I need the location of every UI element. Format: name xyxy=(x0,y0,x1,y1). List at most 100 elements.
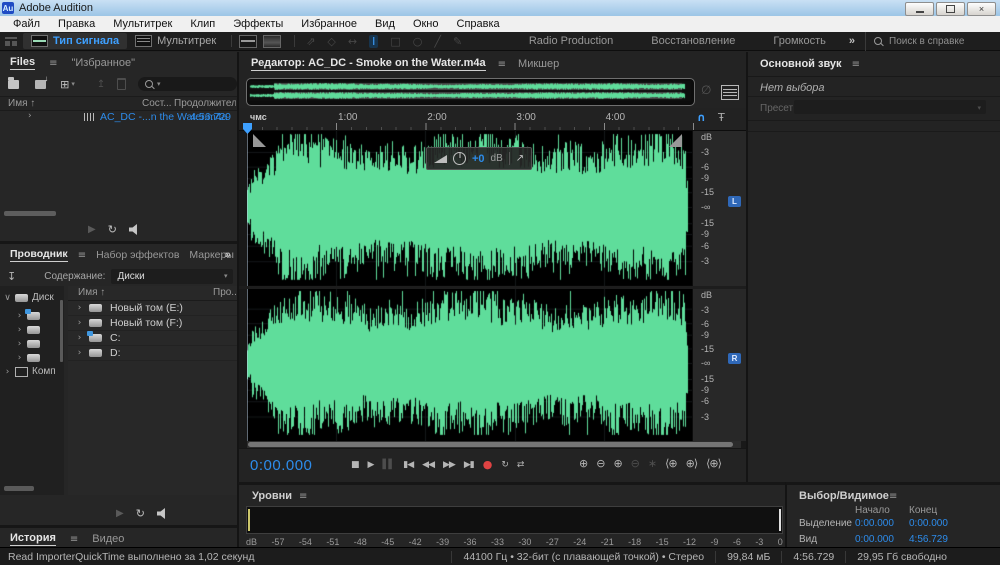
pause-button[interactable]: ▌▌ xyxy=(382,460,394,470)
tab-video[interactable]: Видео xyxy=(92,533,124,545)
drive-list-row[interactable]: ›Новый том (E:) xyxy=(68,301,237,316)
zoom-out-amplitude-button[interactable]: ⊖ xyxy=(631,457,639,470)
scrollbar-handle[interactable] xyxy=(248,442,733,447)
loop-playback-button[interactable]: ↻ xyxy=(501,460,508,470)
panel-menu-icon[interactable]: ≡ xyxy=(498,59,506,70)
pin-marker-icon[interactable]: Ŧ xyxy=(718,111,725,124)
tab-mixer[interactable]: Микшер xyxy=(518,58,559,70)
restore-button[interactable] xyxy=(936,2,965,16)
new-item-icon[interactable]: ⊞ xyxy=(60,78,69,91)
record-button[interactable]: ● xyxy=(483,458,493,471)
hud-pin-icon[interactable]: ↗ xyxy=(516,153,524,164)
panels-icon[interactable] xyxy=(5,37,17,46)
selection-start-value[interactable]: 0:00.000 xyxy=(855,518,894,529)
fade-out-handle-icon[interactable] xyxy=(669,134,682,147)
tab-files[interactable]: Files xyxy=(10,56,35,70)
column-state[interactable]: Сост... xyxy=(142,98,172,109)
preset-dropdown[interactable]: ▾ xyxy=(794,100,986,114)
drive-list-row[interactable]: ›D: xyxy=(68,346,237,361)
preview-speaker-icon[interactable] xyxy=(157,508,170,519)
zoom-in-amplitude-button[interactable]: ⊕ xyxy=(613,457,621,470)
panel-menu-icon[interactable]: ≡ xyxy=(70,534,78,545)
razor-tool-icon[interactable]: ◇ xyxy=(327,35,335,48)
waveform-horizontal-scrollbar[interactable] xyxy=(247,441,741,448)
menu-item[interactable]: Файл xyxy=(4,18,49,30)
multitrack-view-button[interactable]: Мультитрек xyxy=(127,33,224,49)
expand-icon[interactable]: › xyxy=(16,339,23,349)
tree-item-computer[interactable]: ›Комп xyxy=(4,365,56,378)
workspace-button[interactable]: Громкость xyxy=(773,35,825,47)
left-channel-badge[interactable]: L xyxy=(728,196,741,207)
import-file-icon[interactable] xyxy=(35,80,46,89)
zoom-in-time-button[interactable]: ⊕ xyxy=(579,457,587,470)
snap-icon[interactable]: ∩ xyxy=(697,111,706,124)
gain-hud[interactable]: +0 dB ↗ xyxy=(426,147,532,170)
paintbrush-selection-tool-icon[interactable]: ╱ xyxy=(434,35,441,48)
workspace-button[interactable]: Восстановление xyxy=(651,35,735,47)
stop-button[interactable]: ■ xyxy=(351,460,359,470)
overview-zoom-icon[interactable]: ∅ xyxy=(701,83,711,97)
tree-item-drive[interactable]: › xyxy=(16,309,40,322)
zoom-selection-button[interactable]: ⟨⊕⟩ xyxy=(706,457,721,470)
view-start-value[interactable]: 0:00.000 xyxy=(855,534,894,545)
tab-essential-sound[interactable]: Основной звук xyxy=(760,58,842,71)
menu-item[interactable]: Правка xyxy=(49,18,104,30)
menu-item[interactable]: Мультитрек xyxy=(104,18,181,30)
overview-navigator[interactable] xyxy=(246,78,695,106)
panel-menu-icon[interactable]: ≡ xyxy=(49,58,57,69)
menu-item[interactable]: Справка xyxy=(448,18,509,30)
spot-healing-brush-tool-icon[interactable]: ✎ xyxy=(453,35,462,48)
menu-item[interactable]: Избранное xyxy=(292,18,366,30)
open-file-icon[interactable] xyxy=(8,80,19,89)
track-list-icon[interactable] xyxy=(721,85,739,100)
preview-loop-icon[interactable]: ↻ xyxy=(108,223,117,236)
tab-media-browser[interactable]: Проводник xyxy=(10,248,68,262)
expand-icon[interactable]: › xyxy=(16,311,23,321)
view-end-value[interactable]: 4:56.729 xyxy=(909,534,948,545)
slip-tool-icon[interactable]: ↔ xyxy=(348,35,357,48)
files-search[interactable]: ▾ xyxy=(138,77,237,91)
panel-more-button[interactable]: » xyxy=(225,249,231,261)
workspace-more-button[interactable]: » xyxy=(849,35,855,47)
selection-end-value[interactable]: 0:00.000 xyxy=(909,518,948,529)
files-horizontal-scrollbar[interactable] xyxy=(4,211,56,216)
download-icon[interactable]: ↧ xyxy=(7,270,16,283)
menu-item[interactable]: Окно xyxy=(404,18,448,30)
zoom-selection-out-button[interactable]: ⊕⟩ xyxy=(686,457,698,470)
skip-to-end-button[interactable]: ▶▮ xyxy=(464,460,474,470)
tab-favorites[interactable]: "Избранное" xyxy=(71,57,135,69)
skip-to-start-button[interactable]: ▮◀ xyxy=(403,460,413,470)
show-spectral-icon[interactable] xyxy=(263,35,281,48)
workspace-button[interactable]: Radio Production xyxy=(529,35,613,47)
tree-vertical-scrollbar[interactable] xyxy=(60,300,63,362)
play-button[interactable]: ▶ xyxy=(368,460,374,470)
level-meter[interactable] xyxy=(246,506,783,534)
menu-item[interactable]: Вид xyxy=(366,18,404,30)
column-name[interactable]: Имя ↑ xyxy=(78,287,105,298)
expand-icon[interactable]: ∨ xyxy=(4,293,11,303)
column-name[interactable]: Имя ↑ xyxy=(8,98,35,109)
help-search-input[interactable] xyxy=(887,35,981,48)
panel-menu-icon[interactable]: ≡ xyxy=(299,491,307,502)
fade-in-handle-icon[interactable] xyxy=(253,134,266,147)
column-duration[interactable]: Про... xyxy=(213,287,237,298)
panel-menu-icon[interactable]: ≡ xyxy=(78,250,86,261)
preview-speaker-icon[interactable] xyxy=(129,224,142,235)
waveform-view-button[interactable]: Тип сигнала xyxy=(23,33,127,49)
panel-menu-icon[interactable]: ≡ xyxy=(889,491,897,502)
fast-forward-button[interactable]: ▶▶ xyxy=(443,460,455,470)
close-button[interactable]: × xyxy=(967,2,996,16)
expand-icon[interactable]: › xyxy=(76,318,83,328)
time-selection-tool-icon[interactable]: I xyxy=(369,35,378,48)
tree-item-drive[interactable]: › xyxy=(16,337,40,350)
help-search[interactable] xyxy=(865,32,1000,51)
right-channel-badge[interactable]: R xyxy=(728,353,741,364)
tree-horizontal-scrollbar[interactable] xyxy=(4,486,34,491)
gain-knob[interactable] xyxy=(453,152,466,165)
expand-icon[interactable]: › xyxy=(76,303,83,313)
column-duration[interactable]: Продолжительн. xyxy=(174,98,236,109)
tree-item-drive[interactable]: › xyxy=(16,323,40,336)
tab-history[interactable]: История xyxy=(10,532,56,546)
tab-effects-rack[interactable]: Набор эффектов xyxy=(96,249,179,261)
zoom-out-time-button[interactable]: ⊖ xyxy=(596,457,604,470)
